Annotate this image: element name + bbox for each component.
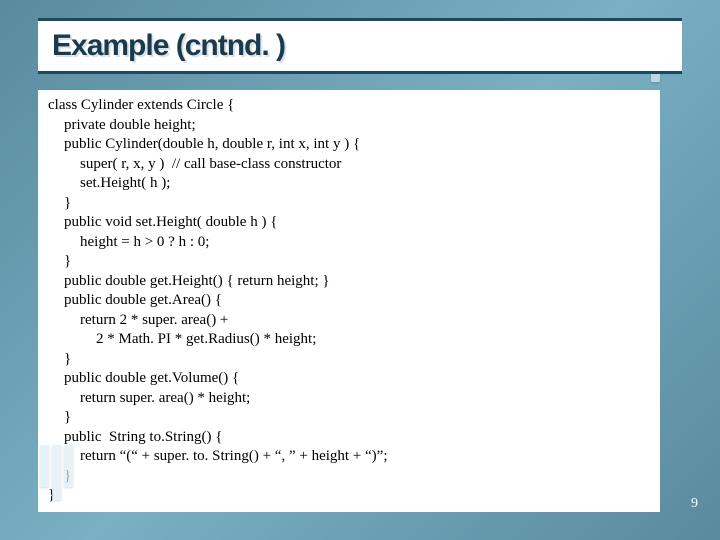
deco-bar (40, 445, 49, 487)
code-block: class Cylinder extends Circle { private … (38, 90, 660, 512)
code-line: public double get.Area() { (48, 291, 650, 311)
slide-title: Example (cntnd. ) (52, 29, 668, 63)
code-line: } (48, 486, 650, 506)
code-line: super( r, x, y ) // call base-class cons… (48, 155, 650, 175)
code-line: public double get.Volume() { (48, 369, 650, 389)
code-line: 2 * Math. PI * get.Radius() * height; (48, 330, 650, 350)
code-line: return 2 * super. area() + (48, 311, 650, 331)
code-line: } (48, 350, 650, 370)
title-bar: Example (cntnd. ) (38, 18, 682, 74)
code-line: height = h > 0 ? h : 0; (48, 233, 650, 253)
code-line: class Cylinder extends Circle { (48, 96, 650, 116)
code-line: return “(“ + super. to. String() + “, ” … (48, 447, 650, 467)
code-line: } (48, 408, 650, 428)
code-line: return super. area() * height; (48, 389, 650, 409)
code-line: public Cylinder(double h, double r, int … (48, 135, 650, 155)
code-line: } (48, 467, 650, 487)
code-line: private double height; (48, 116, 650, 136)
decoration-bottom-left (40, 445, 73, 500)
code-line: public String to.String() { (48, 428, 650, 448)
code-line: public void set.Height( double h ) { (48, 213, 650, 233)
page-number: 9 (691, 496, 698, 512)
slide: Example (cntnd. ) class Cylinder extends… (0, 0, 720, 540)
deco-bar (52, 445, 61, 500)
code-line: } (48, 194, 650, 214)
code-line: public double get.Height() { return heig… (48, 272, 650, 292)
code-line: set.Height( h ); (48, 174, 650, 194)
deco-bar (64, 445, 73, 487)
code-line: } (48, 252, 650, 272)
